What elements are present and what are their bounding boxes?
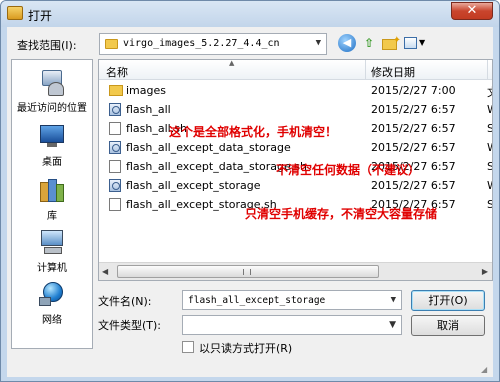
place-label: 网络 (42, 315, 62, 326)
horizontal-scrollbar[interactable]: ◀ ▶ (99, 262, 492, 280)
file-name-label: 文件名(N): (98, 295, 152, 308)
cancel-button[interactable]: 取消 (411, 315, 485, 336)
up-folder-icon[interactable]: ⇧ (360, 34, 378, 52)
libraries-icon (38, 176, 66, 204)
batch-file-icon (109, 179, 121, 192)
file-list[interactable]: 名称 ▲ 修改日期 images 2015/2/27 7:00 文 flash_… (98, 59, 493, 281)
back-icon[interactable]: ◀ (338, 34, 356, 52)
column-date-header[interactable]: 修改日期 (371, 64, 415, 80)
document-icon (109, 198, 121, 211)
open-file-dialog: 打开 ✕ 查找范围(I): virgo_images_5.2.27_4.4_cn… (0, 0, 500, 382)
file-type: W (487, 103, 492, 116)
file-type: S (487, 160, 492, 173)
dialog-body: 查找范围(I): virgo_images_5.2.27_4.4_cn ▼ ◀ … (7, 27, 493, 377)
chevron-down-icon[interactable]: ▼ (316, 38, 321, 48)
close-button[interactable]: ✕ (451, 2, 493, 20)
file-name: images (126, 84, 166, 97)
place-desktop[interactable]: 桌面 (12, 122, 92, 168)
document-icon (109, 160, 121, 173)
file-name-input[interactable]: flash_all_except_storage ▼ (182, 290, 402, 310)
column-divider[interactable] (487, 60, 488, 80)
list-item[interactable]: flash_all_except_storage 2015/2/27 6:57 … (99, 176, 492, 195)
file-name: flash_all_except_storage (126, 179, 261, 192)
list-item[interactable]: images 2015/2/27 7:00 文 (99, 81, 492, 100)
file-date: 2015/2/27 6:57 (371, 179, 456, 192)
file-name-value: flash_all_except_storage (188, 295, 326, 306)
column-name-header[interactable]: 名称 (106, 64, 128, 80)
look-in-label: 查找范围(I): (17, 39, 77, 52)
place-computer[interactable]: 计算机 (12, 228, 92, 274)
folder-icon (105, 39, 118, 49)
place-label: 桌面 (42, 157, 62, 168)
file-date: 2015/2/27 7:00 (371, 84, 456, 97)
computer-icon (38, 228, 66, 256)
folder-icon (109, 85, 123, 96)
chevron-down-icon[interactable]: ▼ (391, 295, 396, 305)
desktop-icon (38, 122, 66, 150)
network-icon (38, 280, 66, 308)
recent-places-icon (38, 68, 66, 96)
view-menu-icon[interactable]: ▼ (403, 34, 429, 52)
dialog-folder-icon (7, 6, 23, 20)
list-header: 名称 ▲ 修改日期 (99, 59, 492, 80)
grip-icon (243, 269, 251, 275)
place-network[interactable]: 网络 (12, 280, 92, 326)
place-label: 计算机 (37, 263, 67, 274)
place-recent[interactable]: 最近访问的位置 (12, 68, 92, 114)
place-label: 最近访问的位置 (17, 103, 87, 114)
title-bar[interactable]: 打开 ✕ (1, 1, 499, 27)
look-in-dropdown[interactable]: virgo_images_5.2.27_4.4_cn ▼ (99, 33, 327, 55)
new-folder-icon[interactable]: ✦ (381, 34, 401, 52)
chevron-down-icon[interactable]: ▼ (389, 320, 396, 330)
place-label: 库 (47, 211, 57, 222)
column-divider[interactable] (365, 60, 366, 80)
resize-grip-icon[interactable]: ◢ (481, 365, 491, 375)
read-only-checkbox[interactable] (182, 341, 194, 353)
file-name: flash_all (126, 103, 171, 116)
read-only-label: 以只读方式打开(R) (199, 342, 293, 355)
file-type: S (487, 198, 492, 211)
file-type: 文 (487, 84, 492, 100)
file-date: 2015/2/27 6:57 (371, 103, 456, 116)
file-date: 2015/2/27 6:57 (371, 141, 456, 154)
dialog-title: 打开 (28, 9, 53, 23)
file-date: 2015/2/27 6:57 (371, 122, 456, 135)
sort-ascending-icon: ▲ (229, 59, 235, 67)
open-button[interactable]: 打开(O) (411, 290, 485, 311)
places-bar: 最近访问的位置 桌面 库 计算机 网络 (11, 59, 93, 349)
file-type: S (487, 122, 492, 135)
list-item[interactable]: flash_all_except_data_storage 2015/2/27 … (99, 138, 492, 157)
scroll-left-icon[interactable]: ◀ (102, 267, 108, 276)
document-icon (109, 122, 121, 135)
place-libraries[interactable]: 库 (12, 176, 92, 222)
look-in-value: virgo_images_5.2.27_4.4_cn (123, 38, 280, 49)
file-name: flash_all_except_data_storage (126, 141, 291, 154)
file-type: W (487, 141, 492, 154)
scroll-right-icon[interactable]: ▶ (482, 267, 488, 276)
file-type-label: 文件类型(T): (98, 319, 162, 332)
scrollbar-thumb[interactable] (117, 265, 379, 278)
file-type-dropdown[interactable]: ▼ (182, 315, 402, 335)
batch-file-icon (109, 103, 121, 116)
annotation-keep-data: 不清空任何数据（不建议） (276, 163, 421, 177)
batch-file-icon (109, 141, 121, 154)
annotation-clear-cache: 只清空手机缓存，不清空大容量存储 (245, 207, 438, 221)
annotation-full-wipe: 这个是全部格式化，手机清空！ (169, 125, 338, 139)
file-type: W (487, 179, 492, 192)
list-item[interactable]: flash_all 2015/2/27 6:57 W (99, 100, 492, 119)
